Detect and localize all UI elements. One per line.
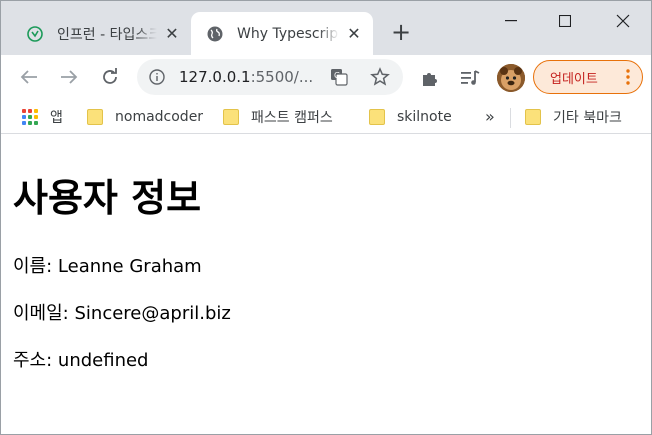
tab-why-typescript[interactable]: Why Typescript ✕ — [191, 12, 373, 55]
name-value: Leanne Graham — [57, 256, 202, 277]
tab-inflearn[interactable]: 인프런 - 타입스크립트 ✕ — [13, 12, 191, 55]
bookmark-skilnote[interactable]: skilnote — [369, 107, 452, 127]
folder-icon — [369, 109, 385, 125]
page-content: 사용자 정보 이름: Leanne Graham 이메일: Sincere@ap… — [1, 135, 651, 434]
user-email-row: 이메일: Sincere@april.biz — [13, 299, 231, 325]
profile-avatar[interactable] — [497, 64, 525, 92]
new-tab-plus-icon[interactable]: + — [389, 20, 413, 45]
url-text[interactable]: 127.0.0.1:5500/... — [179, 68, 313, 86]
tab-strip: 인프런 - 타입스크립트 ✕ Why Typescript ✕ + — [1, 1, 651, 55]
bookmark-label: nomadcoder — [115, 109, 204, 125]
bookmark-nomadcoder[interactable]: nomadcoder — [87, 107, 203, 127]
maximize-icon[interactable] — [555, 11, 575, 31]
bookmark-label: 기타 북마크 — [553, 110, 622, 126]
tab-title: 인프런 - 타입스크립트 — [57, 26, 157, 43]
tab-close-icon[interactable]: ✕ — [345, 24, 363, 43]
bookmark-other[interactable]: 기타 북마크 — [525, 107, 622, 127]
bookmarks-bar: 앱 nomadcoder 패스트 캠퍼스 skilnote » 기타 북마크 — [1, 100, 651, 134]
url-path: :5500/... — [250, 68, 314, 86]
update-label: 업데이트 — [550, 71, 598, 87]
email-label: 이메일: — [13, 303, 69, 324]
reload-icon[interactable] — [98, 65, 122, 89]
email-value: Sincere@april.biz — [74, 303, 231, 324]
user-address-row: 주소: undefined — [13, 346, 148, 372]
media-control-icon[interactable] — [459, 67, 481, 89]
browser-window: 인프런 - 타입스크립트 ✕ Why Typescript ✕ + — [0, 0, 652, 435]
bookmark-apps[interactable]: 앱 — [22, 107, 63, 127]
bookmark-fastcampus[interactable]: 패스트 캠퍼스 — [223, 107, 333, 127]
name-label: 이름: — [13, 256, 53, 277]
bookmark-label: 앱 — [50, 110, 63, 126]
bookmark-label: 패스트 캠퍼스 — [251, 110, 333, 126]
globe-icon — [207, 26, 223, 42]
minimize-icon[interactable] — [501, 11, 521, 31]
folder-icon — [223, 109, 239, 125]
page-title: 사용자 정보 — [13, 176, 202, 220]
address-bar[interactable]: 127.0.0.1:5500/... G — [137, 59, 403, 95]
apps-icon — [22, 109, 38, 125]
bookmark-label: skilnote — [397, 109, 452, 125]
svg-text:G: G — [334, 71, 340, 80]
user-name-row: 이름: Leanne Graham — [13, 252, 202, 278]
kebab-menu-icon[interactable] — [626, 69, 630, 85]
bookmark-divider — [510, 108, 511, 128]
site-info-icon[interactable] — [149, 69, 165, 85]
address-label: 주소: — [13, 350, 53, 371]
url-host: 127.0.0.1 — [179, 68, 251, 86]
forward-arrow-icon[interactable] — [57, 65, 81, 89]
extensions-puzzle-icon[interactable] — [419, 67, 441, 89]
tab-title: Why Typescript — [237, 25, 339, 42]
translate-icon[interactable]: G — [330, 68, 348, 86]
update-button[interactable]: 업데이트 — [533, 60, 643, 94]
tab-close-icon[interactable]: ✕ — [163, 24, 181, 43]
chevron-more-icon[interactable]: » — [485, 107, 495, 126]
bookmark-star-icon[interactable] — [370, 67, 390, 87]
toolbar: 127.0.0.1:5500/... G 업데이트 — [1, 55, 651, 100]
folder-icon — [87, 109, 103, 125]
window-close-icon[interactable] — [613, 11, 633, 31]
inflearn-icon — [27, 25, 43, 42]
folder-icon — [525, 109, 541, 125]
back-arrow-icon[interactable] — [17, 65, 41, 89]
address-value: undefined — [57, 350, 149, 371]
